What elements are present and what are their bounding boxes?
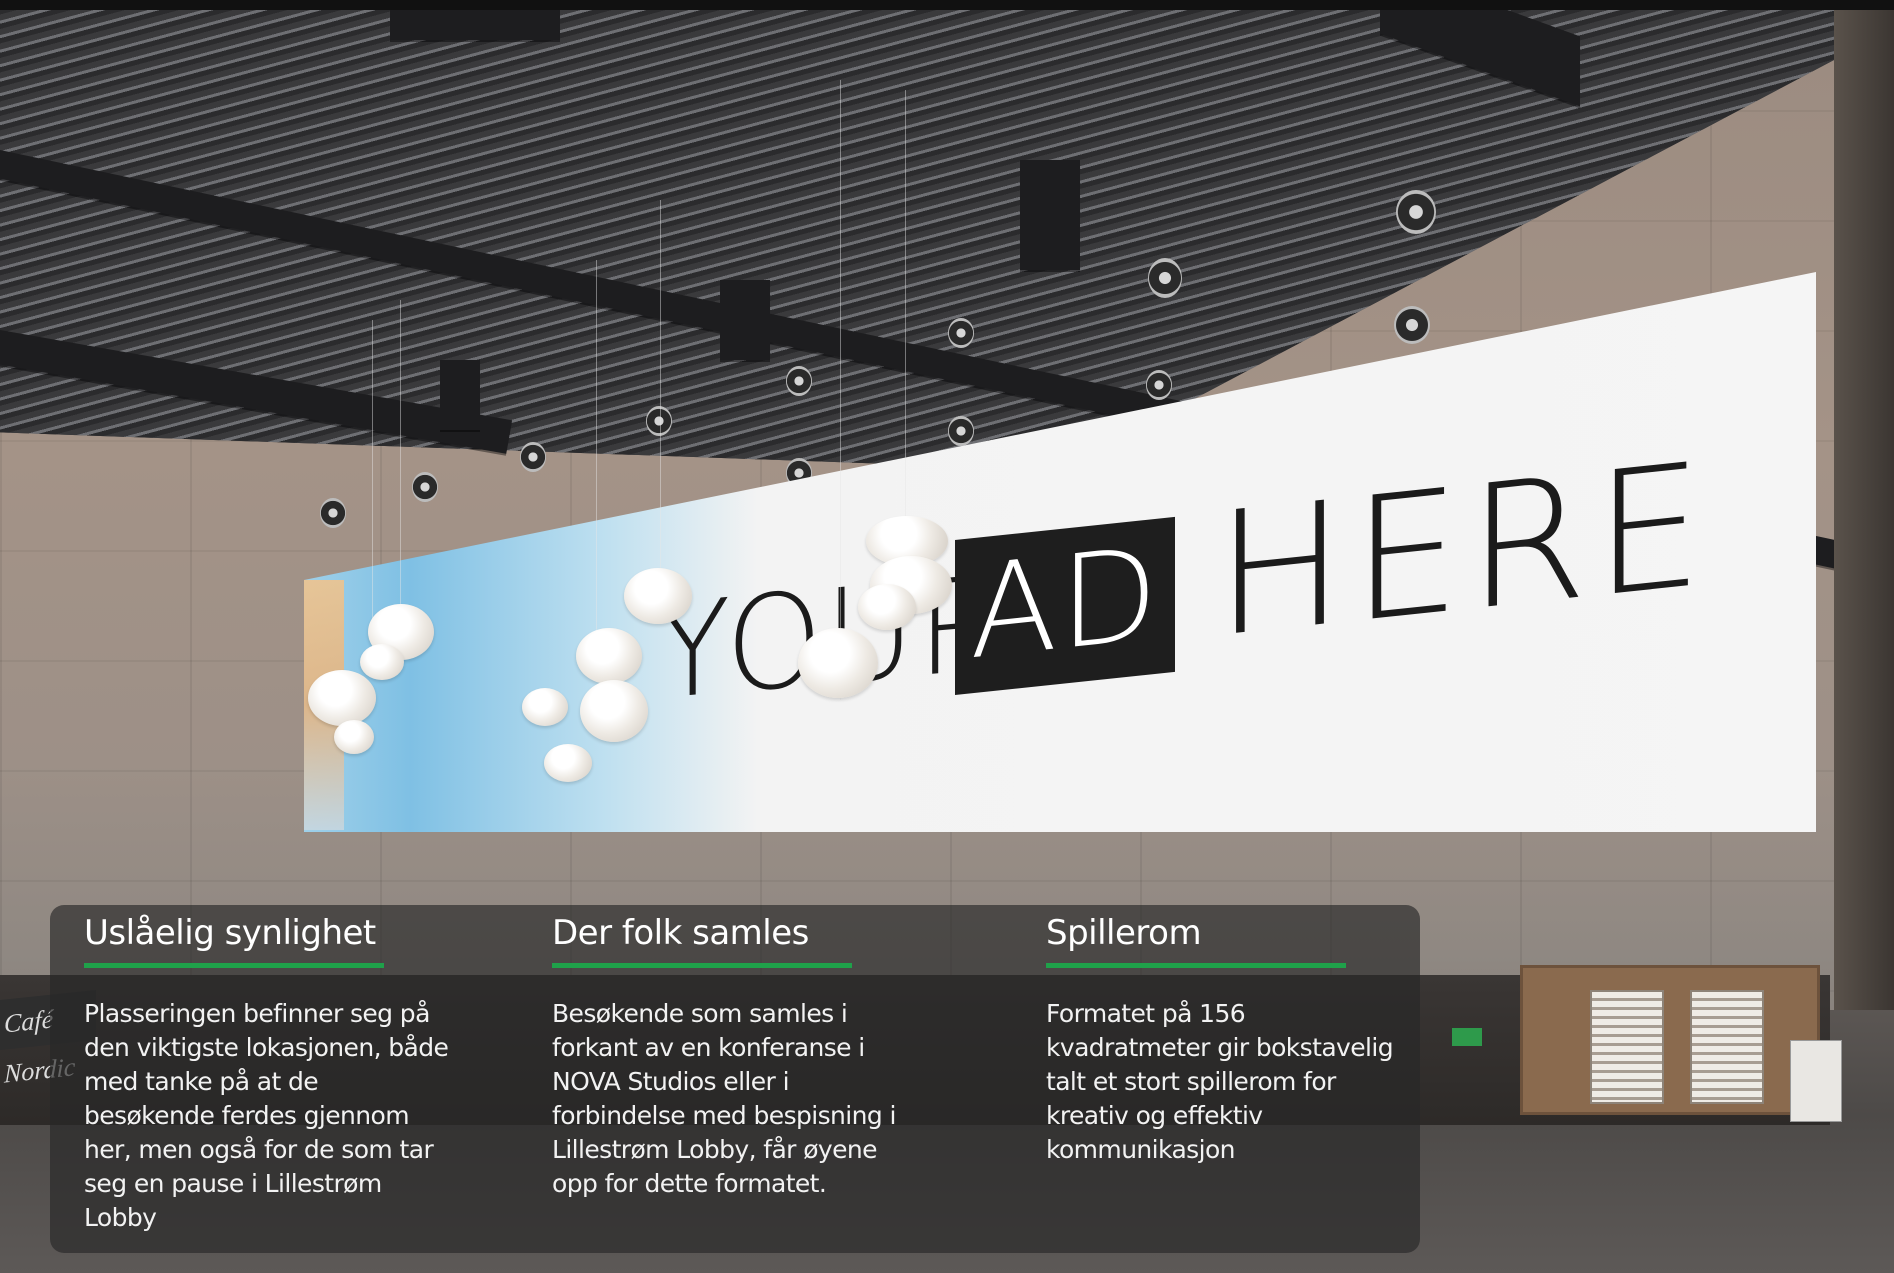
lamp-wire xyxy=(840,80,841,700)
billboard-word-here: HERE xyxy=(1215,426,1710,676)
pendant-lamp xyxy=(360,644,404,680)
vent-icon xyxy=(1394,306,1430,344)
tray-rack xyxy=(1590,990,1664,1104)
feature-title: Spillerom xyxy=(1046,913,1202,953)
feature-rule xyxy=(552,963,852,968)
feature-text: Formatet på 156 kvadratmeter gir bokstav… xyxy=(1046,999,1394,1164)
vent-icon xyxy=(520,442,546,472)
info-panel: Uslåelig synlighet Plasseringen befinner… xyxy=(50,905,1420,1253)
pendant-lamp xyxy=(858,584,916,630)
billboard-ad-box: AD xyxy=(955,516,1175,695)
pendant-lamp xyxy=(798,628,878,698)
feature-title: Uslåelig synlighet xyxy=(84,913,376,953)
exit-sign-icon xyxy=(1452,1028,1482,1046)
lamp-wire xyxy=(596,260,597,630)
feature-title: Der folk samles xyxy=(552,913,809,953)
pendant-lamp xyxy=(576,628,642,684)
feature-rule xyxy=(84,963,384,968)
vent-icon xyxy=(320,498,346,528)
top-edge xyxy=(0,0,1894,10)
lamp-wire xyxy=(905,90,906,520)
wooden-shelf xyxy=(1520,965,1820,1115)
feature-text: Plasseringen befinner seg på den viktigs… xyxy=(84,999,449,1232)
vent-icon xyxy=(1146,370,1172,400)
pendant-lamp xyxy=(308,670,376,726)
vent-icon xyxy=(786,366,812,396)
ceiling-beam xyxy=(440,360,480,430)
ceiling-beam xyxy=(720,280,770,360)
lamp-wire xyxy=(660,200,661,580)
vent-icon xyxy=(412,472,438,502)
feature-rule xyxy=(1046,963,1346,968)
pendant-lamp xyxy=(334,720,374,754)
vent-icon xyxy=(1396,190,1436,234)
lamp-wire xyxy=(372,320,373,650)
info-stand xyxy=(1790,1040,1842,1122)
lamp-wire xyxy=(400,300,401,610)
ceiling-beam xyxy=(1020,160,1080,270)
billboard-word-ad: AD xyxy=(969,519,1161,689)
pendant-lamp xyxy=(544,744,592,782)
feature-text: Besøkende som samles i forkant av en kon… xyxy=(552,999,896,1198)
pendant-lamp xyxy=(624,568,692,624)
vent-icon xyxy=(1148,258,1182,298)
vent-icon xyxy=(948,318,974,348)
vent-icon xyxy=(646,406,672,436)
pendant-lamp xyxy=(580,680,648,742)
vent-icon xyxy=(948,416,974,446)
pendant-lamp xyxy=(522,688,568,726)
tray-rack xyxy=(1690,990,1764,1104)
